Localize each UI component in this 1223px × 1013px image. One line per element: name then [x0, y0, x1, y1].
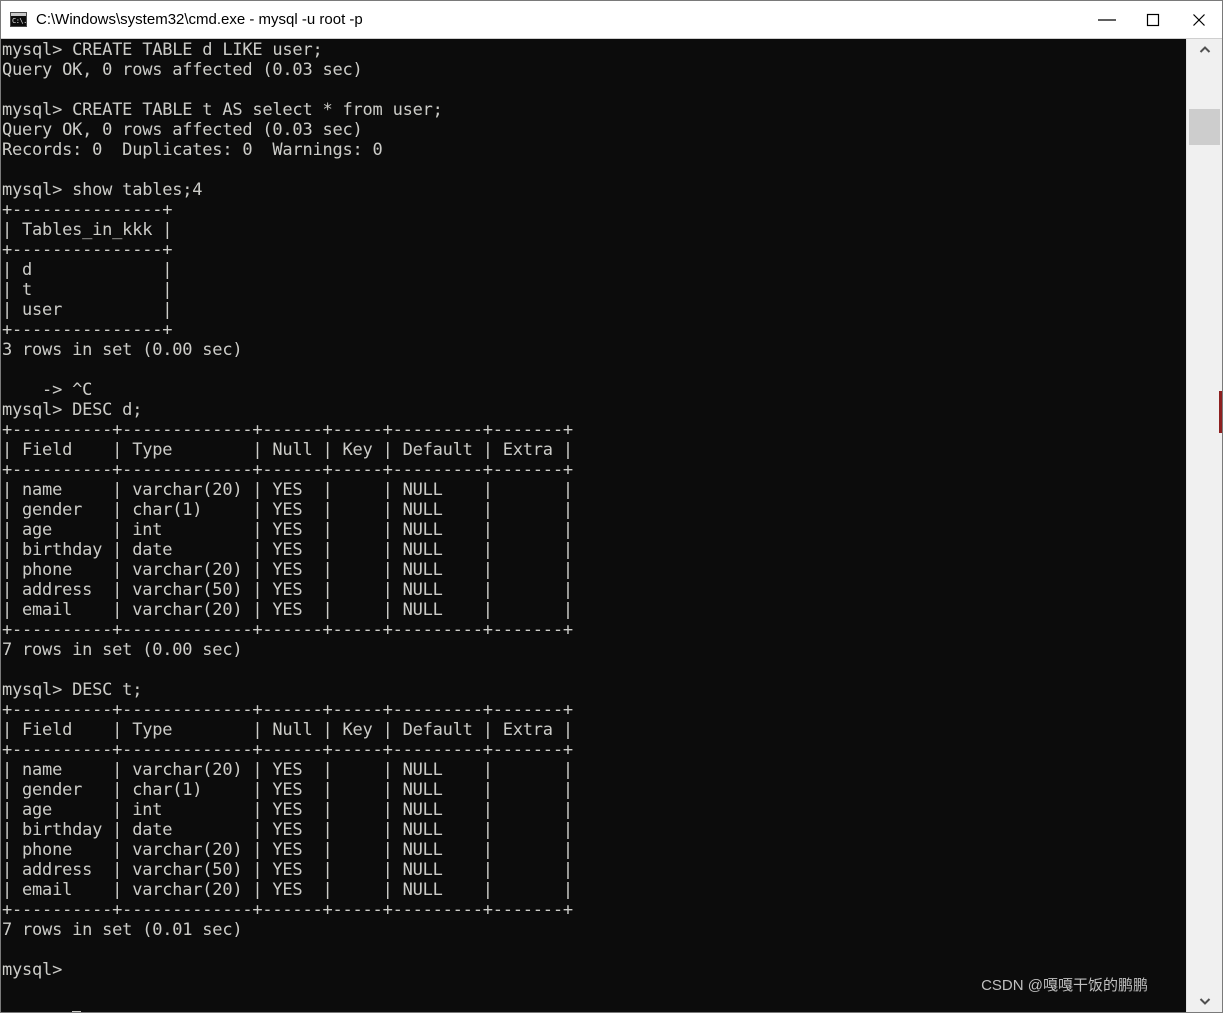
scrollbar-thumb[interactable] [1189, 109, 1220, 145]
console-output-area[interactable]: mysql> CREATE TABLE d LIKE user; Query O… [1, 39, 1186, 1012]
scrollbar-track[interactable] [1187, 61, 1222, 990]
scrollbar-marker [1219, 391, 1222, 433]
close-button[interactable] [1176, 1, 1222, 38]
icon-label: C:\. [12, 17, 27, 25]
scroll-down-icon[interactable] [1187, 990, 1222, 1012]
cmd-console-icon: C:\. [10, 12, 27, 27]
maximize-button[interactable] [1130, 1, 1176, 38]
window-titlebar[interactable]: C:\. C:\Windows\system32\cmd.exe - mysql… [1, 1, 1222, 39]
cmd-window: C:\. C:\Windows\system32\cmd.exe - mysql… [0, 0, 1223, 1013]
scroll-up-icon[interactable] [1187, 39, 1222, 61]
window-controls [1084, 1, 1222, 38]
watermark-label: CSDN @嘎嘎干饭的鹏鹏 [981, 977, 1148, 994]
minimize-button[interactable] [1084, 1, 1130, 38]
vertical-scrollbar[interactable] [1186, 39, 1222, 1012]
console-text: mysql> CREATE TABLE d LIKE user; Query O… [2, 40, 573, 980]
window-title: C:\Windows\system32\cmd.exe - mysql -u r… [36, 11, 363, 28]
text-cursor [72, 1011, 81, 1012]
window-client-area: mysql> CREATE TABLE d LIKE user; Query O… [1, 39, 1222, 1012]
